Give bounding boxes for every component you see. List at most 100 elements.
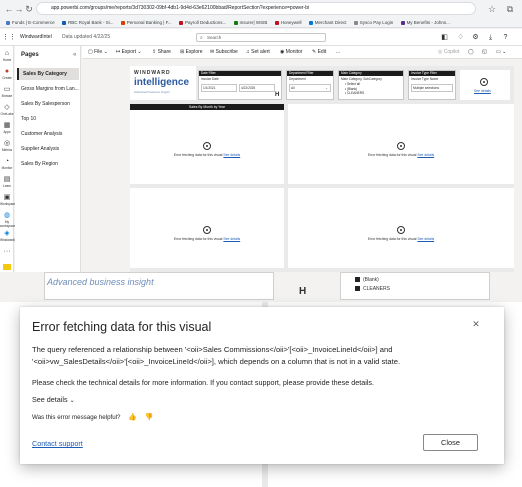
see-details-link[interactable]: See details: [223, 237, 240, 241]
rail-learn[interactable]: ▤ Learn: [0, 176, 14, 188]
rail-monitor[interactable]: ◔ Monitor: [0, 158, 14, 170]
comment-icon[interactable]: ◯: [468, 46, 474, 59]
collapse-pages-icon[interactable]: «: [73, 52, 76, 58]
bookmark[interactable]: Sysco Pay Login: [353, 17, 393, 28]
page-item-gross-margins[interactable]: Gross Margins from Lan...: [17, 83, 79, 95]
thumbs-up-icon[interactable]: 👍: [128, 413, 137, 421]
bookmark[interactable]: Funds | E-Commerce: [6, 17, 55, 28]
page-item-customer-analysis[interactable]: Customer Analysis: [17, 128, 79, 140]
monitor-button[interactable]: ◉ Monitor: [280, 46, 302, 59]
bookmark-label: Funds | E-Commerce: [12, 20, 55, 25]
edit-button[interactable]: ✎ Edit: [312, 46, 326, 59]
set-alert-button[interactable]: ♫ Set alert: [246, 46, 270, 59]
workspace-icon: ◈: [4, 230, 10, 237]
close-button[interactable]: Close: [423, 434, 478, 451]
invoice-type-slicer[interactable]: Invoice Type Filter Invoice Type Name Mu…: [408, 70, 456, 100]
category-option-label: Select all: [347, 82, 360, 86]
copilot-button[interactable]: ◎ Copilot: [438, 46, 459, 59]
see-details-link[interactable]: See details: [474, 89, 491, 93]
rail-label: Home: [2, 58, 12, 62]
download-icon[interactable]: ⤓: [486, 33, 495, 42]
page-item-top-10[interactable]: Top 10: [17, 113, 79, 125]
page-item-supplier-analysis[interactable]: Supplier Analysis: [17, 143, 79, 155]
address-bar[interactable]: app.powerbi.com/groups/me/reports/3d7303…: [36, 2, 476, 15]
rail-home[interactable]: ⌂ Home: [0, 50, 14, 62]
bookmark-icon[interactable]: ◱: [482, 46, 487, 59]
report-canvas: WINDWARD intelligence Advanced business …: [130, 66, 514, 272]
bookmark[interactable]: Merchant Direct: [308, 17, 347, 28]
rail-workspaces[interactable]: ▣ Workspaces: [0, 194, 17, 206]
edit-label: Edit: [317, 49, 327, 55]
search-input[interactable]: ⌕ Search: [196, 33, 326, 42]
close-icon[interactable]: ✕: [469, 317, 483, 331]
bookmark[interactable]: Personal Banking | F...: [120, 17, 172, 28]
see-details-link[interactable]: See details: [417, 153, 434, 157]
category-option[interactable]: ▪ CLEANERS: [345, 91, 364, 96]
category-slicer-title: Main Category: [339, 71, 403, 76]
settings-icon[interactable]: ⚙: [471, 33, 480, 42]
date-from-input[interactable]: 1/1/2021: [201, 84, 237, 92]
rail-browse[interactable]: ▭ Browse: [0, 86, 14, 98]
extensions-icon[interactable]: ⧉: [504, 3, 516, 15]
dialog-message: The query referenced a relationship betw…: [32, 344, 472, 368]
date-slicer[interactable]: Date Filter Invoice Date 1/1/2021 4/22/2…: [198, 70, 282, 100]
rail-my-workspace[interactable]: ◍ My workspace: [0, 212, 15, 228]
see-details-link[interactable]: See details: [417, 237, 434, 241]
contact-support-link[interactable]: Contact support: [32, 439, 83, 448]
share-button[interactable]: ⇪ Share: [152, 46, 171, 59]
error-text: Error fetching data for this visual: [367, 237, 417, 241]
page-item-sales-by-region[interactable]: Sales By Region: [17, 158, 79, 170]
error-text: Error fetching data for this visual: [367, 153, 417, 157]
category-option[interactable]: CLEANERS: [355, 286, 390, 292]
chevron-down-icon: ⌄: [325, 86, 328, 90]
create-icon: ●: [4, 68, 10, 75]
notifications-icon[interactable]: ♢: [456, 33, 465, 42]
reload-icon[interactable]: ↻: [23, 3, 35, 15]
rail-windwardintel[interactable]: ◈ WindwardIntel: [0, 230, 20, 242]
dialog-message-line: '<oii>vw_SalesDetails</oii>'[<oii>_Invoi…: [32, 357, 401, 366]
rail-label: Metrics: [1, 148, 13, 152]
department-slicer[interactable]: Department Filter Department All ⌄: [286, 70, 334, 100]
category-option[interactable]: (Blank): [355, 277, 379, 283]
view-icon[interactable]: ▭ ⌄: [496, 46, 506, 59]
data-updated-label[interactable]: Data updated 4/22/25: [62, 29, 110, 46]
rail-apps[interactable]: ▦ Apps: [0, 122, 14, 134]
workspace-name[interactable]: WindwardIntel: [20, 29, 52, 46]
bookmark-star-icon[interactable]: ☆: [486, 3, 498, 15]
category-slicer[interactable]: Main Category Main Category, SubCategory…: [338, 70, 404, 100]
app-launcher-icon[interactable]: ⋮⋮: [2, 33, 16, 42]
explore-button[interactable]: ⊞ Explore: [180, 46, 203, 59]
workspaces-icon: ▣: [3, 194, 11, 201]
rail-create[interactable]: ● Create: [0, 68, 14, 80]
bookmark[interactable]: RBC Royal Bank - Si...: [61, 17, 113, 28]
rail-label: OneLake: [0, 112, 14, 116]
bookmark[interactable]: My Benefits - Johns...: [400, 17, 450, 28]
date-to-input[interactable]: 4/22/2025: [239, 84, 275, 92]
bookmark[interactable]: Honeywell: [274, 17, 301, 28]
fabric-icon[interactable]: ◧: [440, 33, 449, 42]
help-icon[interactable]: ?: [501, 33, 510, 42]
home-icon: ⌂: [4, 50, 10, 57]
bookmark[interactable]: Insurer| WSIB: [233, 17, 268, 28]
thumbs-down-icon[interactable]: 👎: [145, 413, 154, 421]
page-item-sales-by-category[interactable]: Sales By Category: [17, 68, 79, 80]
subscribe-button[interactable]: ✉ Subscribe: [210, 46, 238, 59]
page-item-sales-by-salesperson[interactable]: Sales By Salesperson: [17, 98, 79, 110]
see-details-link[interactable]: See details: [223, 153, 240, 157]
more-options-button[interactable]: ...: [336, 46, 340, 59]
error-message: Error fetching data for this visual See …: [346, 237, 456, 241]
monitor-label: Monitor: [285, 49, 303, 55]
app-header: ⋮⋮ WindwardIntel Data updated 4/22/25 ⌕ …: [0, 29, 522, 46]
bookmark-label: Insurer| WSIB: [239, 20, 268, 25]
rail-more[interactable]: ···: [0, 248, 14, 256]
chart-title: Sales By Month by Year: [130, 104, 284, 110]
error-dialog: Error fetching data for this visual ✕ Th…: [20, 307, 504, 464]
export-menu[interactable]: ↦ Export ⌄: [116, 46, 142, 59]
department-dropdown[interactable]: All ⌄: [289, 84, 331, 92]
bookmark[interactable]: Payroll Deductions...: [178, 17, 226, 28]
invoice-type-dropdown[interactable]: Multiple selections: [411, 84, 453, 92]
file-menu[interactable]: ▢ File ⌄: [88, 46, 108, 59]
see-details-toggle[interactable]: See details ⌄: [32, 395, 75, 404]
rail-onelake[interactable]: ◇ OneLake: [0, 104, 14, 116]
rail-metrics[interactable]: ◎ Metrics: [0, 140, 14, 152]
